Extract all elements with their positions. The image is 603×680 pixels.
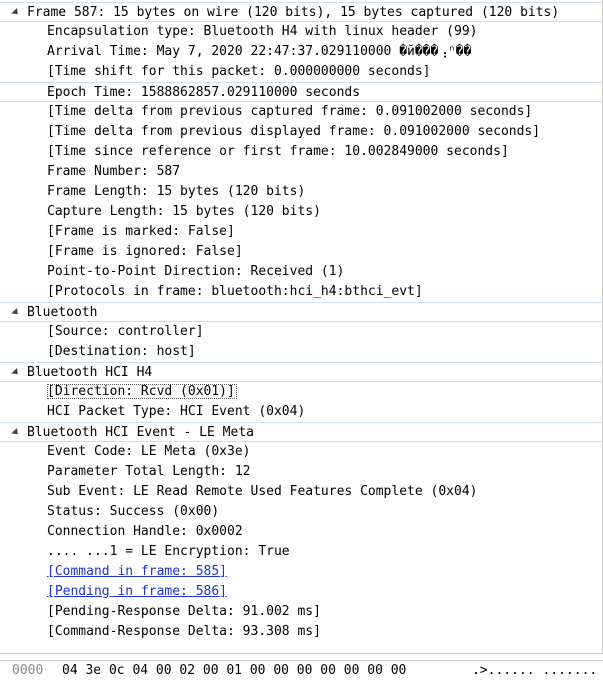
tree-item-label: Bluetooth HCI Event - LE Meta xyxy=(27,425,254,440)
tree-item-label: [Pending-Response Delta: 91.002 ms] xyxy=(47,604,321,619)
tree-item[interactable]: [Command-Response Delta: 93.308 ms] xyxy=(0,622,602,642)
tree-item[interactable]: Parameter Total Length: 12 xyxy=(0,462,602,482)
tree-item[interactable]: [Frame is ignored: False] xyxy=(0,242,602,262)
hex-offset: 0000 xyxy=(12,663,44,678)
tree-item-label: [Time shift for this packet: 0.000000000… xyxy=(47,64,431,79)
tree-item-label: [Time since reference or first frame: 10… xyxy=(47,144,509,159)
tree-section-header[interactable]: Frame 587: 15 bytes on wire (120 bits), … xyxy=(0,2,602,22)
tree-item-label: .... ...1 = LE Encryption: True xyxy=(47,544,290,559)
tree-item[interactable]: [Pending in frame: 586] xyxy=(0,582,602,602)
tree-item-label: Bluetooth xyxy=(27,305,98,320)
tree-item[interactable]: .... ...1 = LE Encryption: True xyxy=(0,542,602,562)
tree-item-label: Parameter Total Length: 12 xyxy=(47,464,251,479)
tree-item[interactable]: Capture Length: 15 bytes (120 bits) xyxy=(0,202,602,222)
tree-section-header[interactable]: Bluetooth xyxy=(0,302,602,322)
tree-item-label: Frame 587: 15 bytes on wire (120 bits), … xyxy=(27,5,560,20)
tree-item-label: Frame Number: 587 xyxy=(47,164,181,179)
tree-item[interactable]: Sub Event: LE Read Remote Used Features … xyxy=(0,482,602,502)
tree-item[interactable]: Point-to-Point Direction: Received (1) xyxy=(0,262,602,282)
tree-item[interactable]: Frame Length: 15 bytes (120 bits) xyxy=(0,182,602,202)
expanded-triangle-icon[interactable] xyxy=(11,427,21,438)
tree-item-label: Capture Length: 15 bytes (120 bits) xyxy=(47,204,321,219)
tree-item-label: Arrival Time: May 7, 2020 22:47:37.02911… xyxy=(47,44,472,59)
frame-link[interactable]: [Command in frame: 585] xyxy=(47,564,227,579)
tree-item[interactable]: [Pending-Response Delta: 91.002 ms] xyxy=(0,602,602,622)
packet-bytes-pane[interactable]: 0000 04 3e 0c 04 00 02 00 01 00 00 00 00… xyxy=(0,660,603,680)
tree-item-label: Status: Success (0x00) xyxy=(47,504,220,519)
tree-item[interactable]: [Destination: host] xyxy=(0,342,602,362)
tree-item-label: Sub Event: LE Read Remote Used Features … xyxy=(47,484,478,499)
tree-item[interactable]: Status: Success (0x00) xyxy=(0,502,602,522)
tree-item-label: Bluetooth HCI H4 xyxy=(27,365,153,380)
tree-item-label: Frame Length: 15 bytes (120 bits) xyxy=(47,184,306,199)
tree-item-label: Encapsulation type: Bluetooth H4 with li… xyxy=(47,24,478,39)
tree-item-label: [Destination: host] xyxy=(47,344,196,359)
tree-item[interactable]: [Time delta from previous captured frame… xyxy=(0,102,602,122)
tree-item-label: Connection Handle: 0x0002 xyxy=(47,524,243,539)
tree-item[interactable]: [Source: controller] xyxy=(0,322,602,342)
tree-item-label: [Frame is ignored: False] xyxy=(47,244,243,259)
tree-item[interactable]: [Protocols in frame: bluetooth:hci_h4:bt… xyxy=(0,282,602,302)
tree-section-header[interactable]: Bluetooth HCI Event - LE Meta xyxy=(0,422,602,442)
frame-link[interactable]: [Pending in frame: 586] xyxy=(47,584,227,599)
expanded-triangle-icon[interactable] xyxy=(11,7,21,18)
tree-item[interactable]: Arrival Time: May 7, 2020 22:47:37.02911… xyxy=(0,42,602,62)
expanded-triangle-icon[interactable] xyxy=(11,307,21,318)
tree-item[interactable]: HCI Packet Type: HCI Event (0x04) xyxy=(0,402,602,422)
tree-item[interactable]: Connection Handle: 0x0002 xyxy=(0,522,602,542)
tree-item-label: Point-to-Point Direction: Received (1) xyxy=(47,264,345,279)
tree-item[interactable]: [Time since reference or first frame: 10… xyxy=(0,142,602,162)
tree-item-label: HCI Packet Type: HCI Event (0x04) xyxy=(47,404,306,419)
tree-item-label: [Time delta from previous displayed fram… xyxy=(47,124,541,139)
hex-bytes[interactable]: 04 3e 0c 04 00 02 00 01 00 00 00 00 00 0… xyxy=(62,661,406,680)
tree-item-label: [Source: controller] xyxy=(47,324,204,339)
tree-item[interactable]: Frame Number: 587 xyxy=(0,162,602,182)
tree-item-label: [Command-Response Delta: 93.308 ms] xyxy=(47,624,321,639)
tree-item[interactable]: [Frame is marked: False] xyxy=(0,222,602,242)
packet-details-tree[interactable]: Frame 587: 15 bytes on wire (120 bits), … xyxy=(0,0,603,654)
tree-section-header[interactable]: Bluetooth HCI H4 xyxy=(0,362,602,382)
tree-item[interactable]: [Time delta from previous displayed fram… xyxy=(0,122,602,142)
tree-item[interactable]: [Time shift for this packet: 0.000000000… xyxy=(0,62,602,82)
tree-item[interactable]: [Direction: Rcvd (0x01)] xyxy=(0,382,602,402)
tree-item[interactable]: Event Code: LE Meta (0x3e) xyxy=(0,442,602,462)
tree-item-label: [Frame is marked: False] xyxy=(47,224,235,239)
tree-item-label: Epoch Time: 1588862857.029110000 seconds xyxy=(47,85,361,100)
hex-ascii[interactable]: .>...... ....... xyxy=(472,661,597,680)
tree-item[interactable]: Encapsulation type: Bluetooth H4 with li… xyxy=(0,22,602,42)
tree-item-label: [Time delta from previous captured frame… xyxy=(47,104,533,119)
tree-item-label: [Protocols in frame: bluetooth:hci_h4:bt… xyxy=(47,284,423,299)
expanded-triangle-icon[interactable] xyxy=(11,367,21,378)
tree-item[interactable]: [Command in frame: 585] xyxy=(0,562,602,582)
tree-item-label: [Direction: Rcvd (0x01)] xyxy=(47,384,237,399)
tree-item-label: Event Code: LE Meta (0x3e) xyxy=(47,444,251,459)
tree-item[interactable]: Epoch Time: 1588862857.029110000 seconds xyxy=(0,82,602,102)
